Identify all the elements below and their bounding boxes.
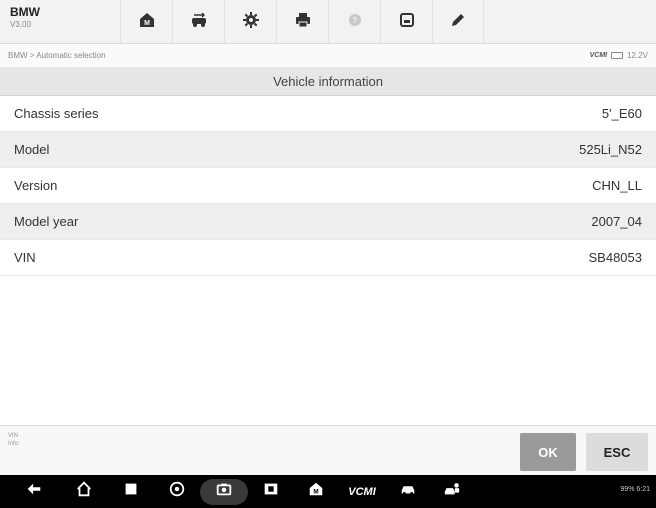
list-item: Chassis series 5'_E60 — [0, 96, 656, 132]
car-icon — [399, 480, 417, 503]
row-label: Model — [14, 142, 50, 157]
vcmi-button[interactable]: VCMI — [338, 475, 386, 508]
car-person-icon — [443, 480, 461, 503]
home-icon: M — [137, 10, 157, 35]
recent-apps-button[interactable] — [108, 475, 154, 508]
list-item: Model year 2007_04 — [0, 204, 656, 240]
home-button[interactable]: M — [120, 0, 172, 44]
toolbar-buttons: M ? — [120, 0, 656, 44]
list-item: Version CHN_LL — [0, 168, 656, 204]
system-navbar: M VCMI 99% 6:21 — [0, 475, 656, 508]
edit-icon — [448, 10, 468, 35]
breadcrumb-path: BMW > Automatic selection — [8, 51, 106, 60]
camera-button[interactable] — [200, 478, 248, 505]
row-value: 525Li_N52 — [579, 142, 642, 157]
vehicle-swap-icon — [189, 10, 209, 35]
panel-title: Vehicle information — [0, 68, 656, 96]
square-icon — [122, 480, 140, 503]
row-label: VIN — [14, 250, 36, 265]
row-value: CHN_LL — [592, 178, 642, 193]
app-name: BMW — [10, 5, 40, 19]
esc-button[interactable]: ESC — [586, 433, 648, 471]
row-label: Version — [14, 178, 58, 193]
system-status: 99% 6:21 — [620, 486, 650, 493]
screen-record-icon — [262, 480, 280, 503]
battery-icon — [611, 52, 624, 59]
browser-button[interactable] — [154, 475, 200, 508]
camera-icon — [215, 480, 233, 503]
help-button[interactable]: ? — [328, 0, 380, 44]
list-item: Model 525Li_N52 — [0, 132, 656, 168]
info-line-1: VIN — [8, 433, 19, 439]
svg-text:?: ? — [352, 16, 357, 25]
breadcrumb: BMW > Automatic selection VCMI 12.2V — [0, 44, 656, 68]
row-label: Chassis series — [14, 106, 99, 121]
ok-button[interactable]: OK — [520, 433, 576, 471]
row-label: Model year — [14, 214, 79, 229]
save-button[interactable] — [380, 0, 432, 44]
list-item: VIN SB48053 — [0, 240, 656, 276]
help-icon: ? — [345, 10, 365, 35]
vehicle-button[interactable] — [386, 475, 430, 508]
connection-status: VCMI 12.2V — [590, 51, 648, 60]
edit-button[interactable] — [432, 0, 484, 44]
vehicle-swap-button[interactable] — [172, 0, 224, 44]
app-version: V3.00 — [10, 20, 31, 29]
vcmi-badge: VCMI — [589, 52, 608, 59]
vehicle-info-list: Chassis series 5'_E60 Model 525Li_N52 Ve… — [0, 96, 656, 276]
print-button[interactable] — [276, 0, 328, 44]
voltage-readout: 12.2V — [627, 51, 648, 60]
footer-bar: VIN Info: OK ESC — [0, 425, 656, 475]
app-info: BMW V3.00 — [0, 0, 120, 43]
vcmi-label: VCMI — [348, 485, 376, 498]
svg-text:M: M — [144, 20, 150, 27]
info-box: VIN Info: — [8, 432, 20, 448]
screen-record-button[interactable] — [248, 475, 294, 508]
save-icon — [397, 10, 417, 35]
remote-expert-button[interactable] — [430, 475, 474, 508]
diag-home-button[interactable]: M — [294, 475, 338, 508]
back-button[interactable] — [8, 475, 60, 508]
svg-text:M: M — [313, 489, 318, 496]
settings-button[interactable] — [224, 0, 276, 44]
row-value: SB48053 — [588, 250, 643, 265]
settings-icon — [241, 10, 261, 35]
row-value: 2007_04 — [591, 214, 642, 229]
home-nav-button[interactable] — [60, 475, 108, 508]
print-icon — [293, 10, 313, 35]
back-arrow-icon — [25, 480, 43, 503]
home-outline-icon — [75, 480, 93, 503]
row-value: 5'_E60 — [601, 106, 642, 121]
top-toolbar: BMW V3.00 M ? — [0, 0, 656, 44]
home-m-icon: M — [307, 480, 325, 503]
status-text: 99% 6:21 — [620, 486, 650, 493]
browser-icon — [168, 480, 186, 503]
info-line-2: Info: — [8, 441, 20, 447]
